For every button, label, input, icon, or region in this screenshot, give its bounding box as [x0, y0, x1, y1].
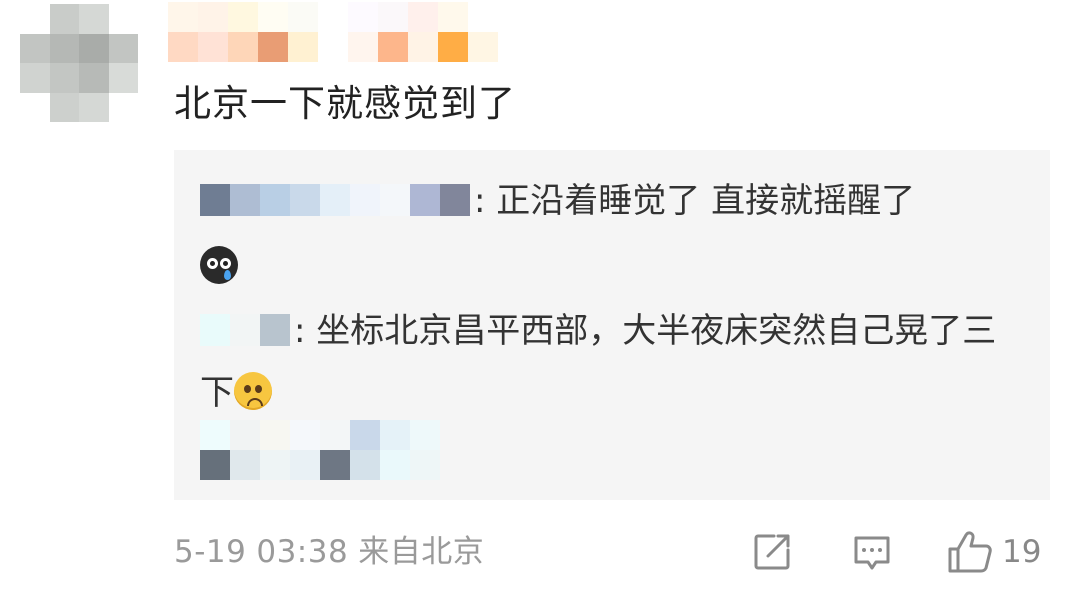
comment-meta: 5-19 03:38 来自北京 [174, 530, 494, 574]
reply-text: 正沿着睡觉了 直接就摇醒了 [485, 181, 916, 221]
reply-username-redacted[interactable] [200, 183, 470, 216]
thumbs-up-icon [948, 531, 992, 573]
reply-separator: : [474, 181, 486, 221]
share-button[interactable] [750, 530, 794, 574]
reply-item[interactable]: : 正沿着睡觉了 直接就摇醒了 [200, 170, 1020, 294]
comment-location: 来自北京 [358, 534, 485, 570]
more-replies-redacted[interactable] [200, 420, 470, 480]
comment-date: 5-19 [174, 534, 247, 570]
reply-text: 坐标北京昌平西部，大半夜床突然自己晃了三下 [200, 311, 997, 413]
avatar[interactable] [20, 4, 138, 122]
crying-face-emoji [200, 245, 238, 284]
reply-item[interactable]: : 坐标北京昌平西部，大半夜床突然自己晃了三下 [200, 300, 1020, 424]
reply-username-redacted[interactable] [200, 313, 290, 346]
sad-face-emoji [234, 371, 272, 410]
comment-time: 03:38 [256, 534, 349, 570]
username-redacted[interactable] [168, 2, 528, 62]
comment-text: 北京一下就感觉到了 [174, 82, 516, 125]
comment-card: 北京一下就感觉到了 : 正沿着睡觉了 直接就摇醒了 : 坐标北京昌平西部，大半夜… [0, 0, 1080, 592]
like-button[interactable]: 19 [946, 530, 1041, 574]
like-count: 19 [1002, 534, 1042, 570]
comment-button[interactable] [850, 530, 894, 574]
replies-panel[interactable]: : 正沿着睡觉了 直接就摇醒了 : 坐标北京昌平西部，大半夜床突然自己晃了三下 [174, 150, 1050, 500]
share-icon [754, 534, 790, 570]
reply-separator: : [294, 311, 306, 351]
comment-icon [854, 536, 890, 570]
